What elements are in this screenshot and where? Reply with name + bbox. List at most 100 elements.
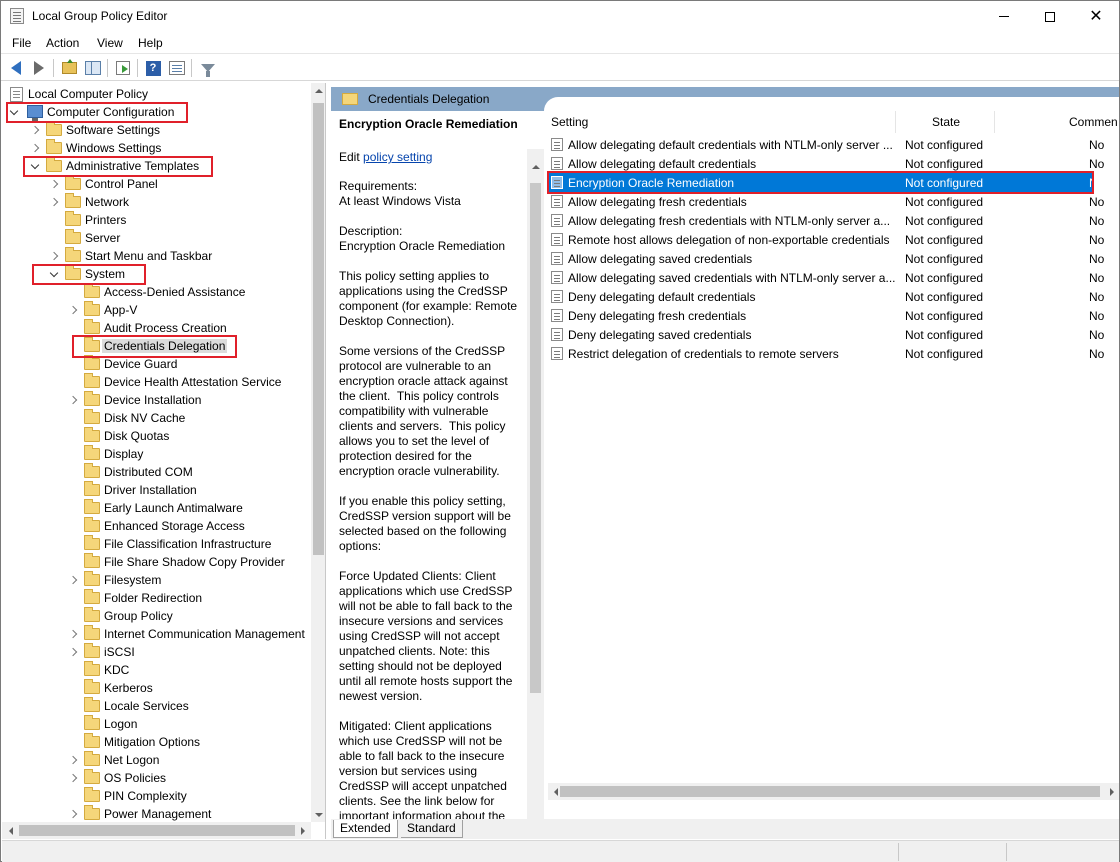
chevron-right-icon[interactable] (48, 249, 60, 263)
setting-row[interactable]: Restrict delegation of credentials to re… (548, 344, 1104, 363)
properties-button[interactable] (167, 58, 187, 78)
setting-row[interactable]: Deny delegating default credentials Not c… (548, 287, 1104, 306)
tree-item-system-child[interactable]: Disk Quotas (2, 427, 312, 445)
column-header-setting[interactable]: Setting (551, 115, 588, 129)
tree-item-system-child[interactable]: iSCSI (2, 643, 312, 661)
tree-item-system-child[interactable]: App-V (2, 301, 312, 319)
setting-row[interactable]: Allow delegating fresh credentials with … (548, 211, 1104, 230)
tree-item-system-child[interactable]: Access-Denied Assistance (2, 283, 312, 301)
tab-standard[interactable]: Standard (401, 820, 463, 838)
column-separator[interactable] (994, 111, 995, 133)
filter-button[interactable] (198, 58, 218, 78)
chevron-right-icon[interactable] (67, 393, 79, 407)
tree-horizontal-scrollbar[interactable] (2, 822, 311, 839)
chevron-right-icon[interactable] (67, 771, 79, 785)
edit-policy-setting-link[interactable]: policy setting (363, 150, 432, 164)
settings-horizontal-scroll-thumb[interactable] (560, 786, 1100, 797)
maximize-button[interactable] (1027, 1, 1073, 32)
tree-item-administrative-templates[interactable]: Administrative Templates (2, 157, 312, 175)
chevron-right-icon[interactable] (67, 627, 79, 641)
menu-help[interactable]: Help (138, 36, 163, 50)
tab-extended[interactable]: Extended (333, 820, 398, 838)
settings-horizontal-scrollbar[interactable] (548, 783, 1119, 800)
tree-item-system-child[interactable]: Net Logon (2, 751, 312, 769)
tree-item-system-child[interactable]: File Share Shadow Copy Provider (2, 553, 312, 571)
tree-item-control-panel[interactable]: Control Panel (2, 175, 312, 193)
tree-item-system-child[interactable]: Disk NV Cache (2, 409, 312, 427)
scroll-up-arrow-icon[interactable] (528, 159, 543, 174)
tree-item-system-child[interactable]: Device Installation (2, 391, 312, 409)
chevron-down-icon[interactable] (8, 105, 20, 119)
chevron-right-icon[interactable] (67, 573, 79, 587)
setting-row[interactable]: Allow delegating default credentials Not … (548, 154, 1104, 173)
setting-row[interactable]: Deny delegating fresh credentials Not con… (548, 306, 1104, 325)
tree-horizontal-scroll-thumb[interactable] (19, 825, 295, 836)
chevron-right-icon[interactable] (67, 753, 79, 767)
minimize-button[interactable] (981, 1, 1027, 32)
back-button[interactable] (6, 58, 26, 78)
tree-item-system-child[interactable]: Kerberos (2, 679, 312, 697)
column-separator[interactable] (895, 111, 896, 133)
tree-item-system-child[interactable]: Device Guard (2, 355, 312, 373)
tree-item-system-child[interactable]: Internet Communication Management (2, 625, 312, 643)
tree-item-system-child[interactable]: Distributed COM (2, 463, 312, 481)
tree-item-system[interactable]: System (2, 265, 312, 283)
show-hide-tree-button[interactable] (83, 58, 103, 78)
column-header-comment[interactable]: Commen (1069, 115, 1118, 129)
tree-item-system-child[interactable]: Audit Process Creation (2, 319, 312, 337)
menu-action[interactable]: Action (46, 36, 79, 50)
chevron-right-icon[interactable] (29, 141, 41, 155)
forward-button[interactable] (29, 58, 49, 78)
tree-item-credentials-delegation[interactable]: Credentials Delegation (2, 337, 312, 355)
column-header-state[interactable]: State (932, 115, 960, 129)
setting-row[interactable]: Allow delegating saved credentials with … (548, 268, 1104, 287)
scroll-up-arrow-icon[interactable] (311, 83, 325, 98)
export-list-button[interactable] (113, 58, 133, 78)
tree-item-system-child[interactable]: Locale Services (2, 697, 312, 715)
tree-item-start-menu-and-taskbar[interactable]: Start Menu and Taskbar (2, 247, 312, 265)
tree-item-system-child[interactable]: Display (2, 445, 312, 463)
setting-row[interactable]: Remote host allows delegation of non-exp… (548, 230, 1104, 249)
description-vertical-scrollbar[interactable] (527, 149, 544, 819)
chevron-down-icon[interactable] (29, 159, 41, 173)
tree-item-system-child[interactable]: Device Health Attestation Service (2, 373, 312, 391)
scroll-right-arrow-icon[interactable] (1104, 784, 1119, 799)
tree-item-system-child[interactable]: Group Policy (2, 607, 312, 625)
tree-item-network[interactable]: Network (2, 193, 312, 211)
tree-item-system-child[interactable]: Early Launch Antimalware (2, 499, 312, 517)
tree-vertical-scrollbar[interactable] (311, 83, 325, 822)
setting-row[interactable]: Allow delegating fresh credentials Not co… (548, 192, 1104, 211)
tree-item-local-computer-policy[interactable]: Local Computer Policy (2, 85, 312, 103)
tree-vertical-scroll-thumb[interactable] (313, 103, 324, 555)
tree-item-system-child[interactable]: File Classification Infrastructure (2, 535, 312, 553)
tree-item-system-child[interactable]: Driver Installation (2, 481, 312, 499)
chevron-right-icon[interactable] (67, 807, 79, 821)
menu-file[interactable]: File (12, 36, 31, 50)
scroll-left-arrow-icon[interactable] (3, 823, 18, 838)
chevron-right-icon[interactable] (29, 123, 41, 137)
chevron-right-icon[interactable] (67, 303, 79, 317)
tree-item-software-settings[interactable]: Software Settings (2, 121, 312, 139)
scroll-down-arrow-icon[interactable] (311, 807, 325, 822)
chevron-down-icon[interactable] (48, 267, 60, 281)
tree-item-system-child[interactable]: Power Management (2, 805, 312, 823)
chevron-right-icon[interactable] (48, 195, 60, 209)
tree-item-system-child[interactable]: Logon (2, 715, 312, 733)
setting-row[interactable]: Deny delegating saved credentials Not con… (548, 325, 1104, 344)
description-scroll-thumb[interactable] (530, 183, 541, 693)
scroll-right-arrow-icon[interactable] (295, 823, 310, 838)
help-button[interactable]: ? (143, 58, 163, 78)
tree-item-system-child[interactable]: Mitigation Options (2, 733, 312, 751)
tree-item-system-child[interactable]: PIN Complexity (2, 787, 312, 805)
tree-item-printers[interactable]: Printers (2, 211, 312, 229)
chevron-right-icon[interactable] (48, 177, 60, 191)
menu-view[interactable]: View (97, 36, 123, 50)
setting-row[interactable]: Allow delegating saved credentials Not co… (548, 249, 1104, 268)
chevron-right-icon[interactable] (67, 645, 79, 659)
tree-item-computer-configuration[interactable]: Computer Configuration (2, 103, 312, 121)
tree-item-windows-settings[interactable]: Windows Settings (2, 139, 312, 157)
tree-item-system-child[interactable]: OS Policies (2, 769, 312, 787)
tree-item-system-child[interactable]: Folder Redirection (2, 589, 312, 607)
close-button[interactable]: ✕ (1073, 1, 1119, 32)
tree-item-system-child[interactable]: Enhanced Storage Access (2, 517, 312, 535)
